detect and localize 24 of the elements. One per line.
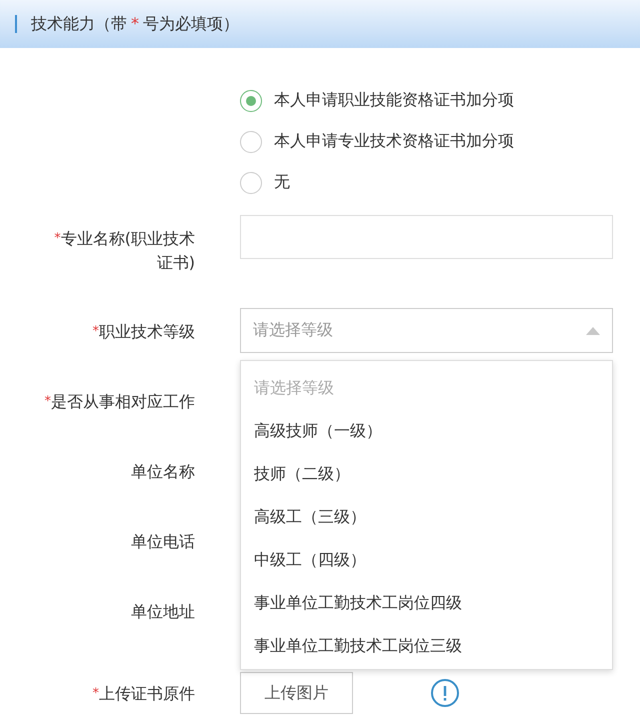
- section-title: 技术能力（带 * 号为必填项）: [31, 14, 239, 34]
- field-label: *是否从事相对应工作: [44, 391, 195, 413]
- field-label: *专业名称(职业技术证书): [53, 228, 195, 274]
- radio-button[interactable]: [240, 172, 262, 194]
- dropdown-option[interactable]: 事业单位工勤技术工岗位四级: [241, 581, 612, 624]
- input-field[interactable]: [240, 215, 613, 259]
- dropdown-option[interactable]: 技师（二级）: [241, 452, 612, 495]
- field-label: 单位电话: [131, 531, 195, 553]
- field-label: 单位名称: [131, 461, 195, 483]
- field-label: *上传证书原件: [92, 683, 195, 705]
- dropdown-placeholder: 请选择等级: [253, 320, 333, 341]
- field-label: *职业技术等级: [92, 321, 195, 343]
- radio-label: 本人申请职业技能资格证书加分项: [274, 90, 514, 111]
- dropdown-option[interactable]: 中级工（四级）: [241, 538, 612, 581]
- radio-label: 无: [274, 172, 290, 193]
- radio-label: 本人申请专业技术资格证书加分项: [274, 131, 514, 152]
- radio-button[interactable]: [240, 130, 262, 152]
- field-label: 单位地址: [131, 601, 195, 623]
- upload-button[interactable]: 上传图片: [240, 672, 353, 714]
- info-icon: [431, 679, 459, 707]
- dropdown-option[interactable]: 高级技师（一级）: [241, 409, 612, 452]
- radio-button[interactable]: [240, 90, 262, 112]
- dropdown-option[interactable]: 事业单位工勤技术工岗位三级: [241, 624, 612, 667]
- dropdown-option[interactable]: 高级工（三级）: [241, 495, 612, 538]
